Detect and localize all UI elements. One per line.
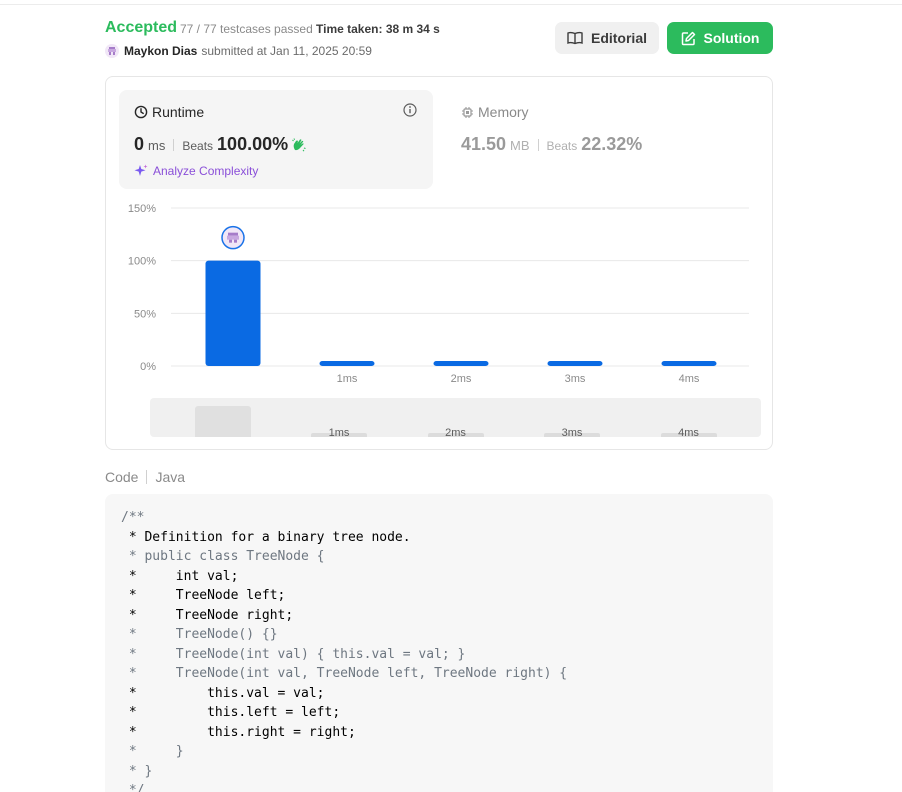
y-tick-label: 150% bbox=[128, 203, 156, 215]
chart-range-selector[interactable]: 1ms 2ms 3ms 4ms bbox=[150, 398, 761, 437]
x-tick-label: 3ms bbox=[565, 373, 586, 385]
code-header: Code Java bbox=[105, 469, 185, 485]
top-divider bbox=[0, 4, 902, 5]
chart-bar[interactable] bbox=[319, 361, 375, 366]
x-tick-label: 1ms bbox=[337, 373, 358, 385]
editorial-button[interactable]: Editorial bbox=[555, 22, 659, 54]
edit-icon bbox=[681, 31, 695, 45]
code-line: * } bbox=[121, 744, 184, 759]
code-language: Java bbox=[155, 469, 186, 485]
performance-card: Runtime 0 ms Beats 100.00% Analyze Compl… bbox=[105, 76, 773, 450]
code-line: * TreeNode left; bbox=[121, 588, 286, 603]
x-tick-label: 2ms bbox=[451, 373, 472, 385]
code-line: * int val; bbox=[121, 568, 239, 584]
range-selection-handle[interactable] bbox=[195, 406, 251, 437]
submission-meta: Maykon Dias submitted at Jan 11, 2025 20… bbox=[105, 44, 372, 58]
code-block[interactable]: /** * Definition for a binary tree node.… bbox=[105, 494, 773, 792]
time-taken: Time taken: 38 m 34 s bbox=[316, 22, 440, 36]
code-line: * TreeNode right; bbox=[121, 607, 294, 623]
minimap-label: 2ms bbox=[445, 427, 466, 437]
code-line: */ bbox=[121, 783, 145, 792]
testcases-passed: 77 / 77 testcases passed bbox=[180, 22, 313, 36]
code-line: * public class TreeNode { bbox=[121, 549, 325, 564]
runtime-distribution-chart: 150% 100% 50% 0% 1ms 2ms 3ms 4ms bbox=[128, 203, 749, 385]
x-tick-label: 4ms bbox=[679, 373, 700, 385]
code-label: Code bbox=[105, 469, 139, 485]
minimap-label: 3ms bbox=[561, 427, 583, 437]
y-tick-label: 100% bbox=[128, 256, 156, 268]
your-submission-marker[interactable] bbox=[221, 225, 245, 250]
code-line: * } bbox=[121, 763, 153, 779]
solution-label: Solution bbox=[703, 30, 760, 46]
y-tick-label: 0% bbox=[140, 361, 156, 373]
y-tick-label: 50% bbox=[134, 308, 156, 320]
code-line: * this.right = right; bbox=[121, 724, 356, 740]
code-line: * TreeNode(int val, TreeNode left, TreeN… bbox=[121, 666, 568, 681]
code-line: * this.val = val; bbox=[121, 685, 325, 701]
time-taken-label: Time taken: bbox=[316, 22, 383, 36]
code-line: /** bbox=[121, 510, 145, 525]
minimap-label: 1ms bbox=[328, 427, 350, 437]
submitted-at: submitted at Jan 11, 2025 20:59 bbox=[201, 44, 372, 58]
chart-bar[interactable] bbox=[433, 361, 489, 366]
divider bbox=[146, 470, 148, 484]
chart-bar[interactable] bbox=[205, 260, 261, 366]
code-line: * this.left = left; bbox=[121, 705, 341, 720]
status-accepted: Accepted bbox=[105, 19, 178, 36]
code-line: * TreeNode(int val) { this.val = val; } bbox=[121, 646, 466, 662]
avatar[interactable] bbox=[105, 44, 119, 58]
code-line: * TreeNode() {} bbox=[121, 627, 278, 642]
chart-bar[interactable] bbox=[547, 361, 603, 366]
avatar-pixel-icon bbox=[108, 47, 116, 55]
minimap-label: 4ms bbox=[678, 427, 699, 437]
solution-button[interactable]: Solution bbox=[667, 22, 773, 54]
editorial-label: Editorial bbox=[590, 30, 647, 46]
book-icon bbox=[567, 31, 583, 45]
username-link[interactable]: Maykon Dias bbox=[124, 44, 197, 58]
time-taken-value: 38 m 34 s bbox=[385, 22, 440, 36]
chart-bar[interactable] bbox=[661, 361, 717, 366]
code-line: * Definition for a binary tree node. bbox=[121, 529, 411, 545]
